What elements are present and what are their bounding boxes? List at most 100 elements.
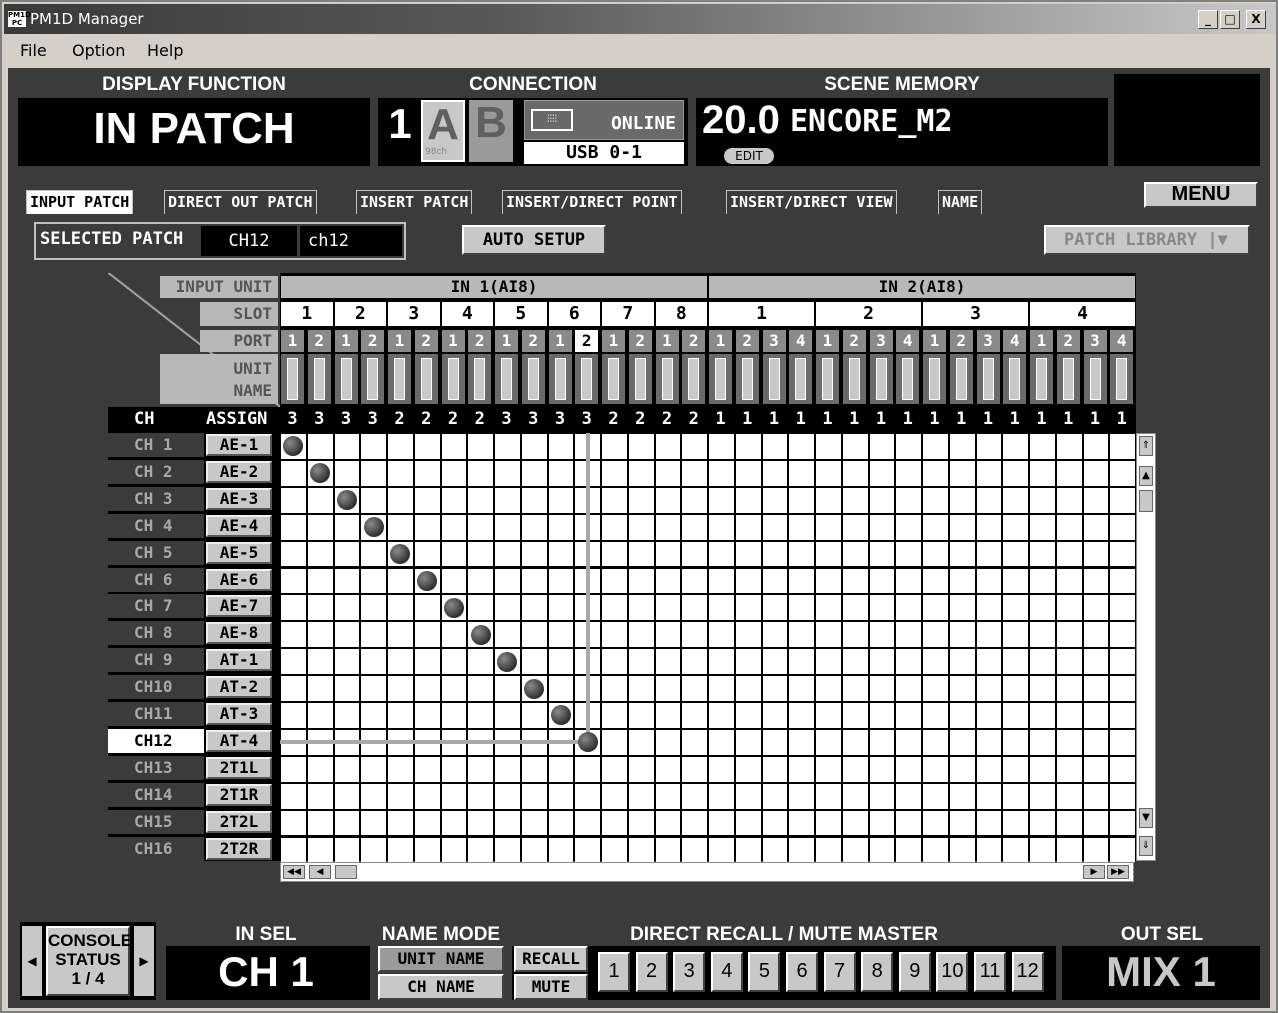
patch-cell[interactable]	[655, 756, 681, 782]
patch-cell[interactable]	[789, 434, 814, 459]
patch-cell[interactable]	[548, 514, 574, 540]
patch-cell[interactable]	[816, 568, 841, 594]
patch-cell[interactable]	[682, 756, 707, 782]
patch-cell[interactable]	[816, 729, 841, 755]
port-header[interactable]: 3	[762, 330, 786, 352]
patch-cell[interactable]	[976, 837, 1002, 863]
patch-cell[interactable]	[441, 460, 467, 486]
channel-assign-button[interactable]: 2T2L	[206, 810, 272, 833]
patch-cell[interactable]	[628, 460, 654, 486]
patch-cell[interactable]	[869, 756, 895, 782]
patch-cell[interactable]	[896, 837, 921, 863]
patch-cell[interactable]	[602, 837, 627, 863]
patch-cell[interactable]	[1003, 810, 1028, 836]
patch-cell[interactable]	[762, 676, 788, 701]
port-header[interactable]: 1	[334, 330, 358, 352]
patch-cell[interactable]	[1030, 810, 1055, 836]
patch-cell[interactable]	[388, 676, 413, 701]
patch-cell[interactable]	[976, 434, 1002, 459]
patch-cell[interactable]	[923, 514, 948, 540]
port-header[interactable]: 1	[281, 330, 304, 352]
channel-label[interactable]: CH 1	[108, 433, 204, 457]
patch-cell[interactable]	[762, 460, 788, 486]
patch-cell[interactable]	[575, 837, 600, 863]
patch-cell[interactable]	[655, 676, 681, 701]
patch-cell[interactable]	[521, 703, 547, 728]
patch-cell[interactable]	[762, 729, 788, 755]
patch-cell[interactable]	[548, 810, 574, 836]
patch-cell[interactable]	[735, 649, 761, 675]
patch-cell[interactable]	[682, 649, 707, 675]
patch-cell[interactable]	[1083, 514, 1109, 540]
patch-cell[interactable]	[495, 783, 520, 809]
patch-cell[interactable]	[842, 434, 868, 459]
patch-cell[interactable]	[682, 837, 707, 863]
patch-cell[interactable]	[735, 622, 761, 648]
patch-cell[interactable]	[575, 810, 600, 836]
channel-assign-button[interactable]: AT-3	[206, 703, 272, 725]
patch-cell[interactable]	[388, 487, 413, 513]
patch-cell[interactable]	[949, 568, 975, 594]
patch-cell[interactable]	[441, 487, 467, 513]
patch-cell[interactable]	[816, 756, 841, 782]
patch-cell[interactable]	[923, 568, 948, 594]
patch-cell[interactable]	[682, 703, 707, 728]
patch-cell[interactable]	[548, 595, 574, 621]
recall-number-button[interactable]: 11	[974, 952, 1006, 992]
port-header[interactable]: 3	[1083, 330, 1107, 352]
port-header[interactable]: 2	[307, 330, 331, 352]
patch-cell[interactable]	[1003, 729, 1028, 755]
patch-cell[interactable]	[495, 622, 520, 648]
patch-cell[interactable]	[361, 487, 386, 513]
patch-cell[interactable]	[628, 595, 654, 621]
patch-cell[interactable]	[842, 756, 868, 782]
patch-cell[interactable]	[789, 649, 814, 675]
tab-insert-direct-point[interactable]: INSERT/DIRECT POINT	[502, 190, 682, 214]
patch-cell[interactable]	[414, 783, 440, 809]
patch-cell[interactable]	[495, 434, 520, 459]
channel-label[interactable]: CH12	[108, 728, 204, 753]
patch-cell[interactable]	[361, 622, 386, 648]
patch-cell[interactable]	[1110, 595, 1135, 621]
patch-cell[interactable]	[816, 837, 841, 863]
patch-cell[interactable]	[842, 595, 868, 621]
patch-cell[interactable]	[414, 810, 440, 836]
patch-cell[interactable]	[388, 568, 413, 594]
channel-label[interactable]: CH 9	[108, 648, 204, 673]
patch-cell[interactable]	[602, 729, 627, 755]
patch-cell[interactable]	[709, 434, 734, 459]
channel-label[interactable]: CH14	[108, 782, 204, 807]
patch-cell[interactable]	[923, 649, 948, 675]
patch-cell[interactable]	[655, 703, 681, 728]
patch-cell[interactable]	[762, 595, 788, 621]
port-header[interactable]: 1	[441, 330, 465, 352]
patch-cell[interactable]	[842, 729, 868, 755]
patch-cell[interactable]	[307, 783, 333, 809]
patch-cell[interactable]	[361, 810, 386, 836]
patch-cell[interactable]	[1003, 756, 1028, 782]
patch-cell[interactable]	[388, 434, 413, 459]
patch-cell[interactable]	[682, 434, 707, 459]
scroll-right-icon[interactable]: ▶	[1083, 865, 1105, 879]
patch-cell[interactable]	[923, 595, 948, 621]
patch-cell[interactable]	[628, 541, 654, 567]
scroll-bottom-icon[interactable]: ⇓	[1139, 836, 1153, 856]
patch-cell[interactable]	[789, 487, 814, 513]
patch-cell[interactable]	[414, 622, 440, 648]
patch-cell[interactable]	[789, 676, 814, 701]
patch-cell[interactable]	[762, 756, 788, 782]
patch-cell[interactable]	[281, 837, 306, 863]
patch-cell[interactable]	[842, 676, 868, 701]
patch-cell[interactable]	[1003, 541, 1028, 567]
patch-cell[interactable]	[628, 703, 654, 728]
patch-cell[interactable]	[896, 783, 921, 809]
scroll-last-icon[interactable]: ▶▶	[1107, 865, 1129, 879]
patch-cell[interactable]	[682, 676, 707, 701]
patch-cell[interactable]	[521, 541, 547, 567]
patch-cell[interactable]	[521, 622, 547, 648]
patch-cell[interactable]	[949, 810, 975, 836]
patch-cell[interactable]	[307, 810, 333, 836]
patch-cell[interactable]	[441, 568, 467, 594]
patch-cell[interactable]	[468, 460, 493, 486]
patch-cell[interactable]	[521, 460, 547, 486]
